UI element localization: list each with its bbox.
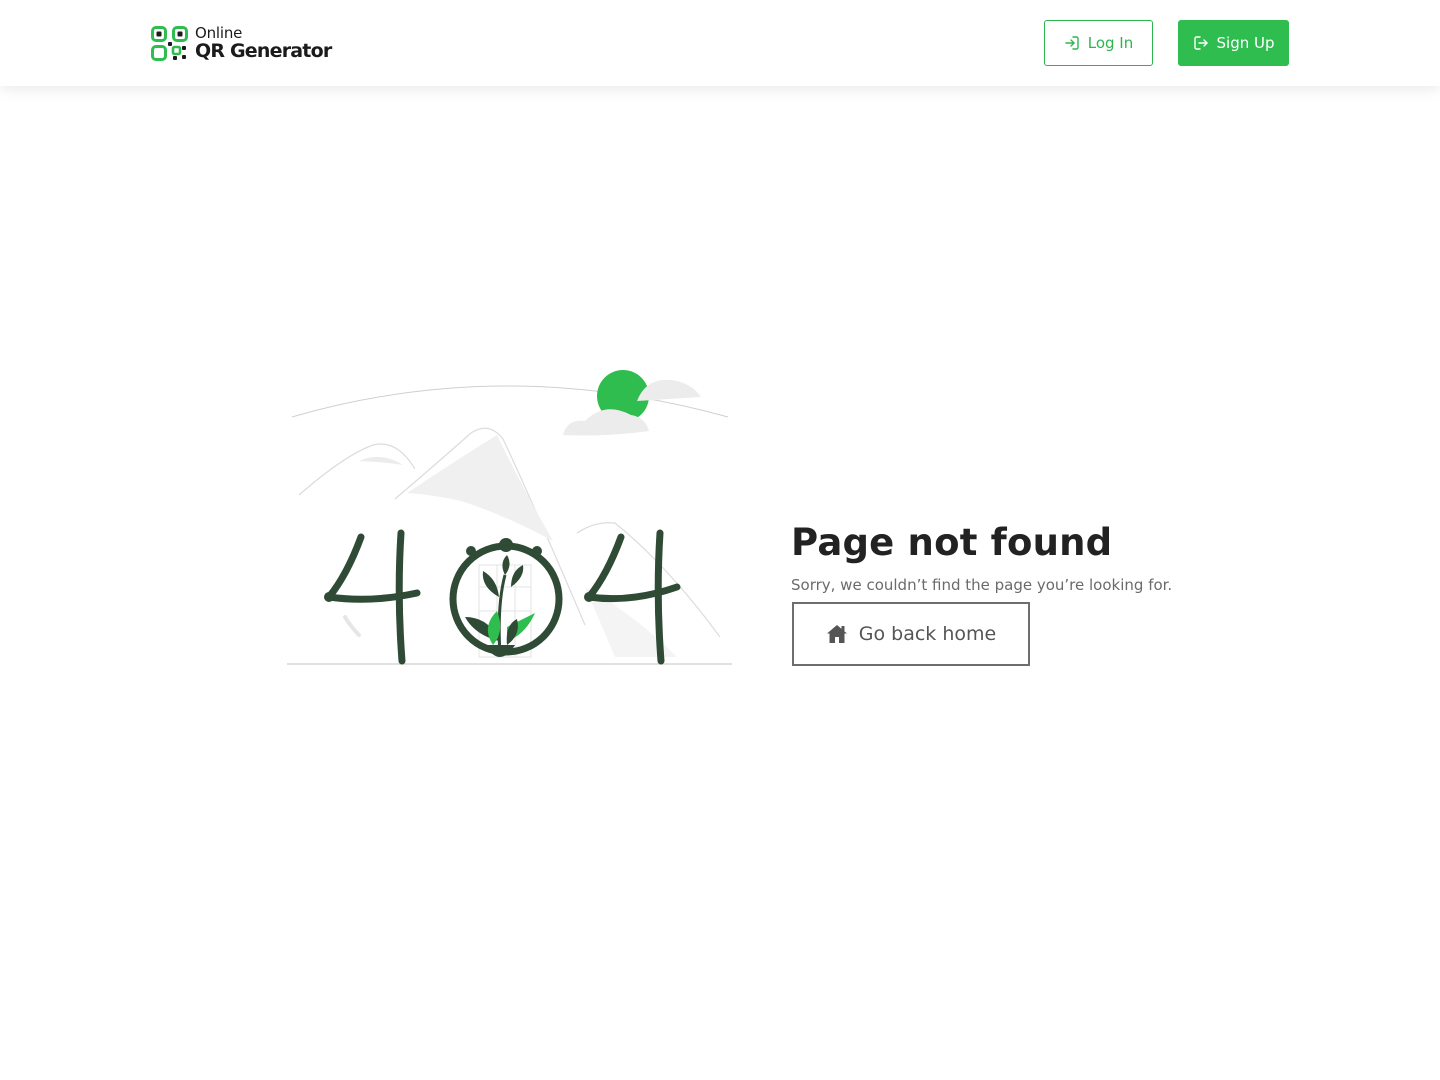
- logo-line-qr-generator: QR Generator: [195, 39, 332, 62]
- logo-text: Online QR Generator: [195, 23, 332, 62]
- qr-code-icon: [151, 25, 188, 61]
- plant-404-illustration: [287, 370, 732, 665]
- login-button[interactable]: Log In: [1044, 20, 1153, 66]
- go-back-home-label: Go back home: [858, 623, 997, 645]
- logo-line-online: Online: [195, 23, 243, 42]
- go-back-home-button[interactable]: Go back home: [792, 602, 1030, 666]
- site-header: Online QR Generator Log In Sign Up: [0, 0, 1440, 86]
- signup-button[interactable]: Sign Up: [1178, 20, 1289, 66]
- page-title: Page not found: [791, 521, 1113, 564]
- page-subtitle: Sorry, we couldn’t find the page you’re …: [791, 576, 1173, 594]
- login-icon: [1065, 36, 1079, 50]
- site-logo[interactable]: Online QR Generator: [151, 23, 332, 62]
- logout-icon: [1193, 36, 1208, 50]
- login-label: Log In: [1087, 34, 1134, 52]
- home-icon: [826, 625, 847, 643]
- signup-label: Sign Up: [1216, 34, 1275, 52]
